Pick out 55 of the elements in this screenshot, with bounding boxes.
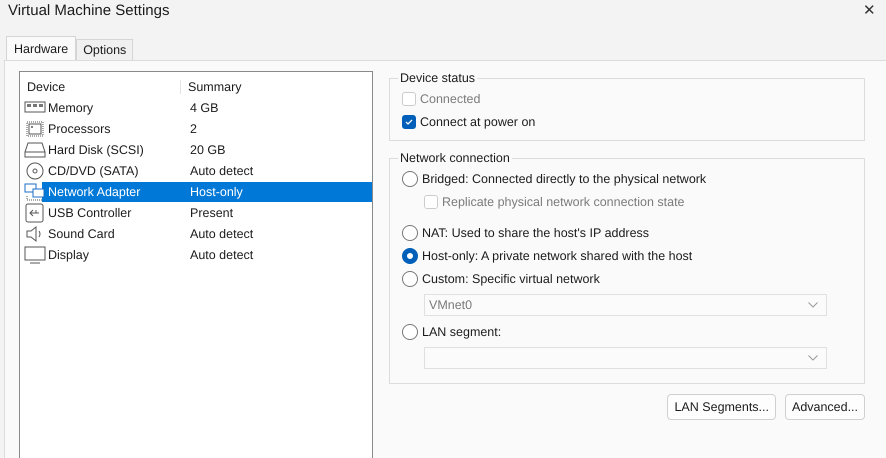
device-summary: Present: [189, 204, 234, 222]
checkbox[interactable]: [402, 114, 416, 128]
radio-button[interactable]: [402, 170, 418, 186]
radio-label: Bridged: Connected directly to the physical network: [422, 172, 706, 186]
device-name: Display: [47, 246, 90, 264]
device-row[interactable]: Display Auto detect: [20, 244, 372, 265]
radio-label: Custom: Specific virtual network: [422, 272, 600, 286]
tab[interactable]: Hardware: [6, 36, 76, 60]
column-header[interactable]: Device: [20, 80, 181, 94]
window-title: Virtual Machine Settings: [8, 2, 170, 18]
radio-button[interactable]: [402, 270, 418, 286]
device-summary: Host-only: [182, 182, 372, 202]
device-summary: 4 GB: [189, 100, 220, 116]
tab[interactable]: Options: [76, 39, 134, 60]
checkbox-label: Connect at power on: [420, 114, 536, 128]
column-header[interactable]: Summary: [181, 80, 242, 94]
checkbox-label: Connected: [420, 92, 480, 106]
radio-button[interactable]: [402, 324, 418, 340]
cd-icon: [24, 160, 46, 180]
checkmark-icon: [404, 116, 414, 126]
device-row[interactable]: USB Controller Present: [20, 202, 372, 223]
device-name: Memory: [47, 100, 94, 116]
device-summary: Auto detect: [189, 246, 254, 264]
device-row[interactable]: Hard Disk (SCSI) 20 GB: [20, 139, 372, 160]
device-name: Hard Disk (SCSI): [47, 142, 145, 158]
device-row[interactable]: Network Adapter Host-only: [20, 181, 372, 202]
device-name: USB Controller: [47, 204, 132, 222]
display-icon: [24, 244, 46, 264]
device-row[interactable]: Sound Card Auto detect: [20, 223, 372, 244]
radio-button[interactable]: [402, 224, 418, 240]
group-title: Network connection: [399, 151, 511, 165]
group-title: Device status: [399, 71, 476, 85]
network-icon: [24, 182, 46, 202]
checkbox-label: Replicate physical network connection state: [442, 194, 684, 208]
device-name: Sound Card: [47, 226, 116, 242]
device-row[interactable]: CD/DVD (SATA) Auto detect: [20, 160, 372, 181]
device-summary: 20 GB: [189, 142, 226, 158]
radio-label: Host-only: A private network shared with the host: [422, 248, 692, 262]
radio-label: NAT: Used to share the host's IP address: [422, 226, 650, 240]
device-summary: 2: [189, 120, 198, 138]
device-row[interactable]: Processors 2: [20, 118, 372, 139]
radio-button[interactable]: [402, 248, 418, 264]
device-summary: Auto detect: [189, 226, 254, 242]
radio-label: LAN segment:: [422, 324, 502, 338]
chevron-icon: [808, 302, 818, 308]
device-summary: Auto detect: [189, 162, 254, 180]
chevron-icon: [808, 355, 818, 361]
dialog-button[interactable]: LAN Segments...: [667, 394, 776, 420]
usb-icon: [24, 202, 46, 222]
device-row[interactable]: Memory 4 GB: [20, 97, 372, 118]
processor-icon: [24, 118, 46, 138]
device-name: Processors: [47, 120, 112, 138]
close-button[interactable]: ✕: [863, 1, 876, 19]
device-name: CD/DVD (SATA): [47, 162, 140, 180]
dialog-button[interactable]: Advanced...: [784, 394, 865, 420]
